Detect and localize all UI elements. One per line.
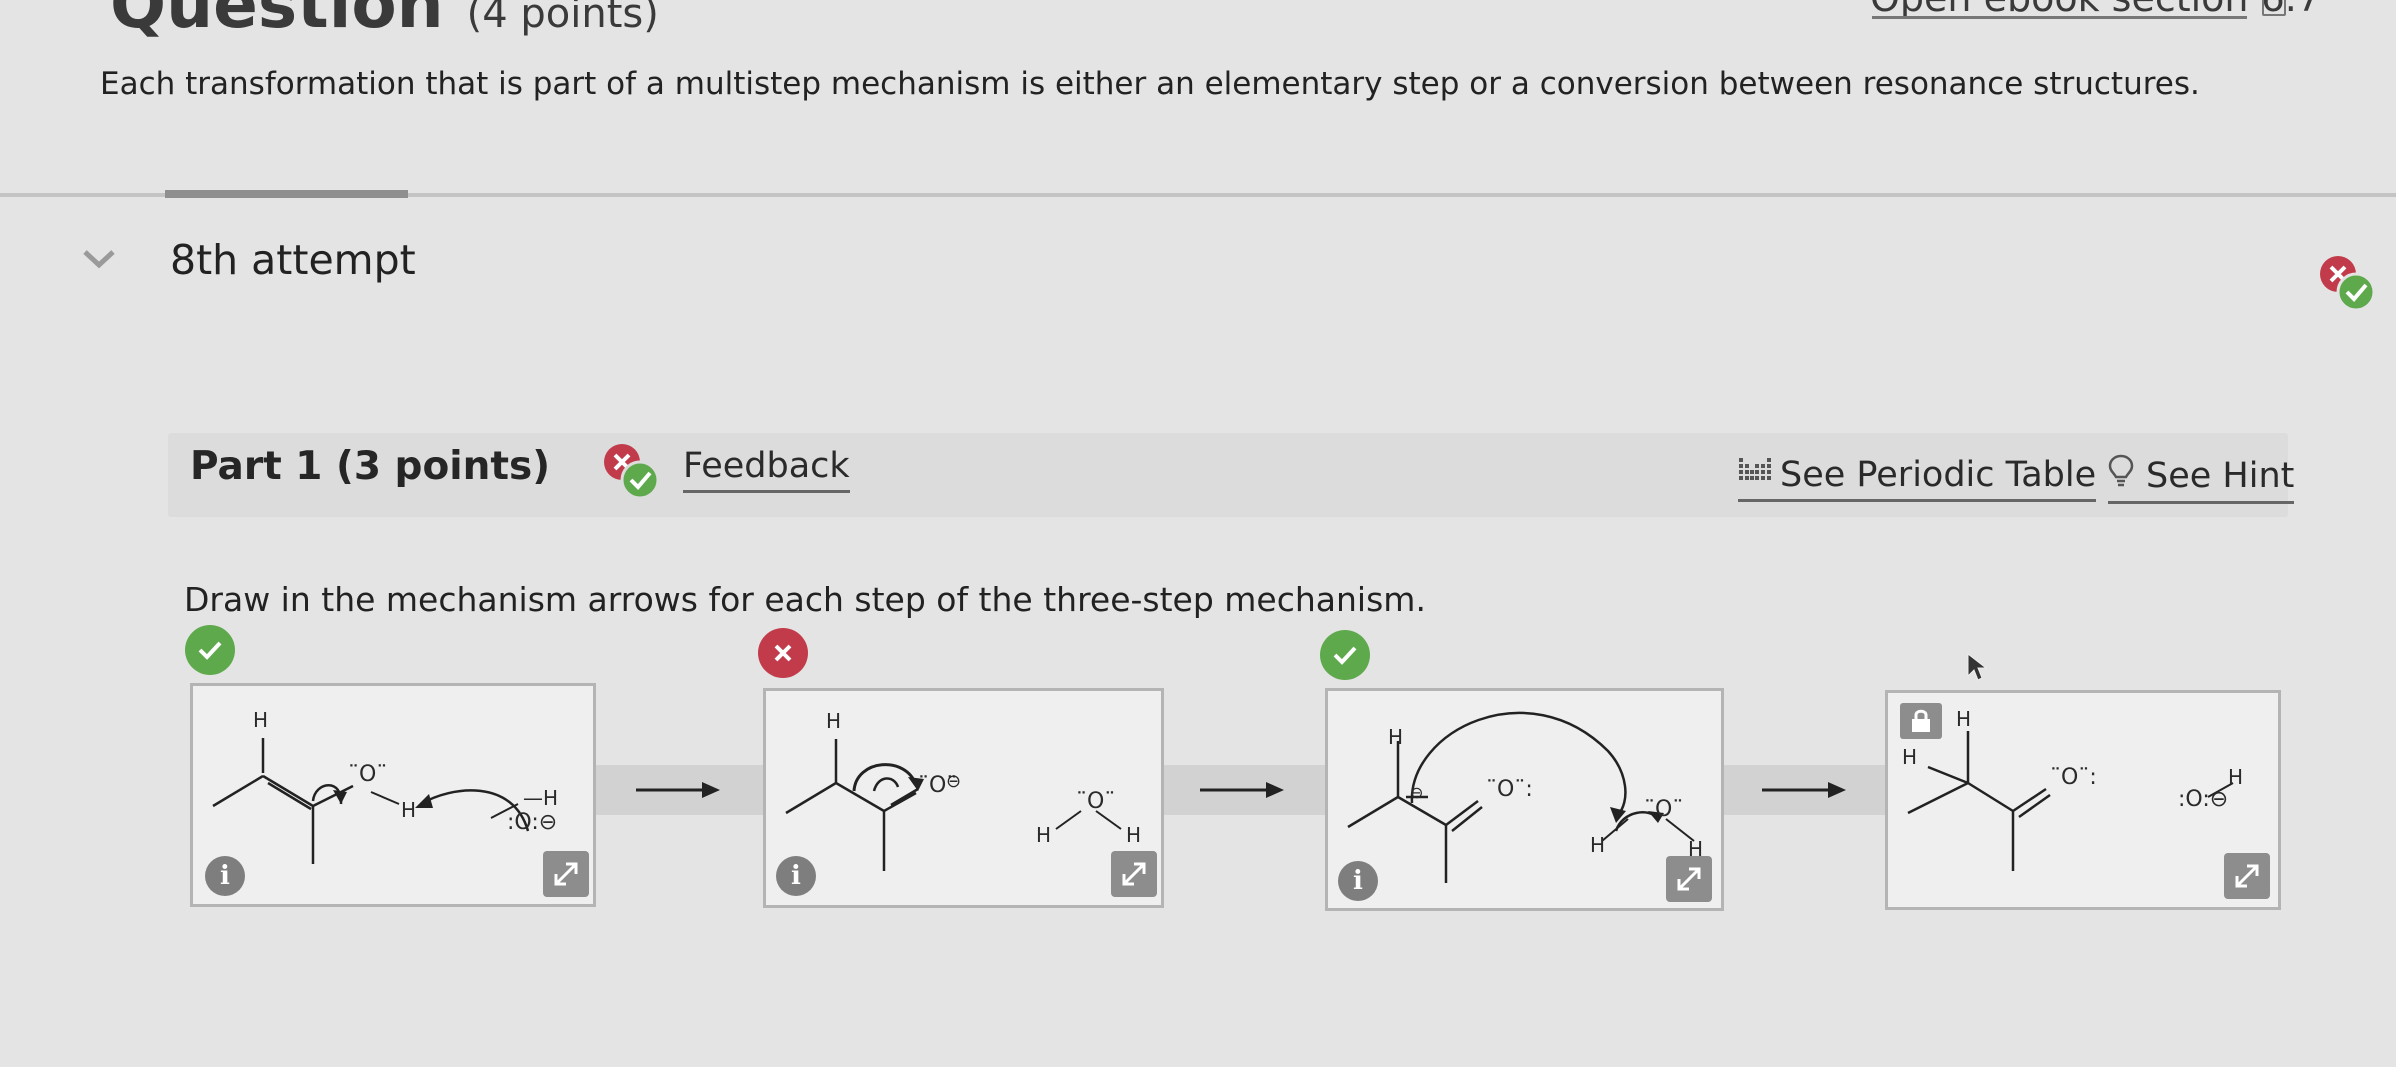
lock-icon	[1900, 703, 1942, 739]
atom-label: H	[1902, 745, 1918, 769]
progress-accent	[165, 190, 408, 198]
reaction-arrow-icon	[1200, 782, 1284, 798]
step-3-check-icon	[1320, 630, 1370, 680]
atom-label: ¨O¨:	[2050, 765, 2097, 790]
chevron-down-icon[interactable]	[82, 248, 116, 274]
atom-label: H	[826, 709, 842, 733]
atom-label: H	[1590, 833, 1606, 857]
reaction-connector-1	[592, 765, 764, 815]
atom-label: ⊖	[1410, 783, 1424, 802]
mechanism-step-1-canvas[interactable]: H ¨O¨ H :O:⊖ —H i	[190, 683, 596, 907]
lightbulb-icon	[2108, 454, 2134, 497]
ebook-link-underline	[1872, 16, 2247, 19]
reaction-connector-3	[1718, 765, 1890, 815]
expand-icon[interactable]	[1111, 851, 1157, 897]
mechanism-step-2-canvas[interactable]: H ¨O¨ ⊖ ¨O¨ H H i	[763, 688, 1164, 908]
reaction-arrow-icon	[636, 782, 720, 798]
expand-icon[interactable]	[1666, 856, 1712, 902]
expand-icon[interactable]	[2224, 853, 2270, 899]
atom-label: ⊖	[946, 771, 962, 792]
atom-label: H	[253, 708, 269, 732]
mouse-cursor-icon	[1966, 652, 1988, 686]
reaction-connector-2	[1156, 765, 1328, 815]
info-icon[interactable]: i	[205, 856, 245, 896]
atom-label: H	[1956, 707, 1972, 731]
atom-label: H	[401, 798, 417, 822]
atom-label: H	[2228, 765, 2244, 789]
atom-label: H	[1388, 725, 1404, 749]
periodic-table-icon	[1738, 454, 1772, 495]
feedback-status-icon	[600, 442, 662, 506]
atom-label: :O:⊖	[507, 810, 558, 835]
mechanism-step-3-canvas[interactable]: H ⊖ ¨O¨: ¨O¨ H H i	[1325, 688, 1724, 911]
question-title: Question (4 points)	[110, 0, 659, 43]
periodic-table-link[interactable]: See Periodic Table	[1738, 454, 2097, 502]
intro-text: Each transformation that is part of a mu…	[100, 66, 2200, 102]
feedback-link[interactable]: Feedback	[683, 446, 850, 493]
expand-icon[interactable]	[543, 851, 589, 897]
info-icon[interactable]: i	[776, 856, 816, 896]
popout-icon[interactable]	[2262, 0, 2286, 16]
step-1-check-icon	[185, 625, 235, 675]
atom-label: ¨O¨	[348, 762, 388, 787]
atom-label: H	[1036, 823, 1052, 847]
attempt-label: 8th attempt	[170, 236, 416, 284]
atom-label: H	[1126, 823, 1142, 847]
mechanism-step-4-canvas: H H ¨O¨: :O:⊖ H	[1885, 690, 2281, 910]
atom-label: ¨O¨	[1644, 797, 1684, 822]
atom-label: :O:⊖	[2178, 787, 2229, 812]
periodic-table-label: See Periodic Table	[1780, 454, 2097, 495]
mixed-result-icon	[2316, 254, 2378, 318]
step-2-x-icon	[758, 628, 808, 678]
atom-label: —H	[523, 786, 559, 810]
atom-label: ¨O¨	[1076, 789, 1116, 814]
hint-label: See Hint	[2146, 455, 2295, 496]
atom-label: ¨O¨:	[1486, 777, 1533, 802]
part-title: Part 1 (3 points)	[190, 444, 551, 489]
info-icon[interactable]: i	[1338, 861, 1378, 901]
hint-link[interactable]: See Hint	[2108, 454, 2295, 504]
instruction-text: Draw in the mechanism arrows for each st…	[184, 580, 1426, 619]
reaction-arrow-icon	[1762, 782, 1846, 798]
